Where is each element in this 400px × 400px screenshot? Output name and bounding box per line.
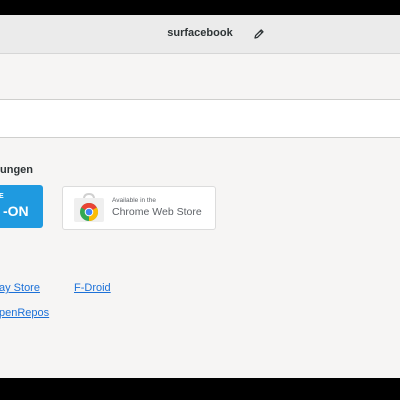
url-entry[interactable] xyxy=(0,99,400,138)
addon-badge-big-text: -ON xyxy=(3,203,29,219)
link-openrepos[interactable]: penRepos xyxy=(0,307,49,319)
headerbar: surfacebook xyxy=(0,15,400,54)
chrome-web-store-icon xyxy=(74,193,104,222)
app-window: surfacebook ungen HE -ON Available in th… xyxy=(0,15,400,378)
window-title: surfacebook xyxy=(167,27,233,39)
edit-title-button[interactable] xyxy=(250,26,268,42)
section-heading: ungen xyxy=(0,164,33,176)
addon-badge-small-text: HE xyxy=(0,193,4,200)
pencil-icon xyxy=(254,29,264,39)
chrome-store-small-text: Available in the xyxy=(112,197,156,204)
link-play-store[interactable]: ay Store xyxy=(0,282,40,294)
firefox-addon-badge[interactable]: HE -ON xyxy=(0,185,43,228)
chrome-web-store-badge[interactable]: Available in the Chrome Web Store xyxy=(62,186,216,230)
chrome-store-big-text: Chrome Web Store xyxy=(112,206,202,218)
link-f-droid[interactable]: F-Droid xyxy=(74,282,111,294)
